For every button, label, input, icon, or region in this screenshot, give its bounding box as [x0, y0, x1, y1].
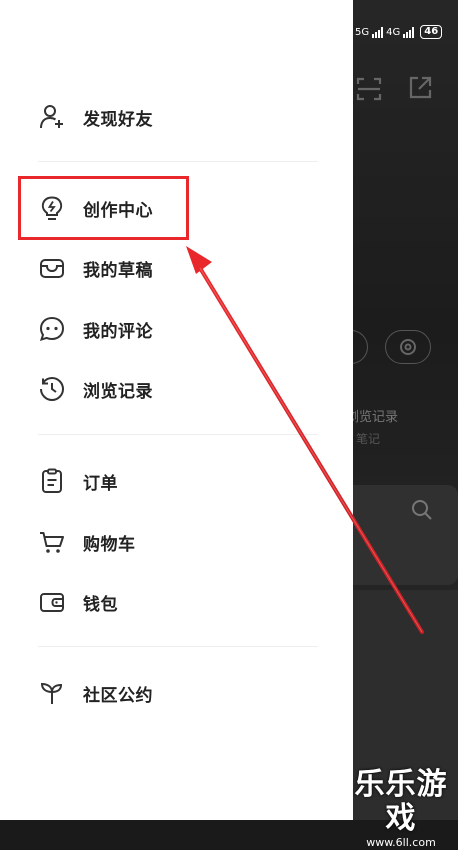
annotation-arrow [186, 246, 424, 634]
watermark-title: 乐乐游戏 [354, 767, 448, 836]
watermark-url: www.6ll.com [366, 836, 436, 849]
watermark: 乐乐游戏 www.6ll.com [344, 768, 458, 850]
